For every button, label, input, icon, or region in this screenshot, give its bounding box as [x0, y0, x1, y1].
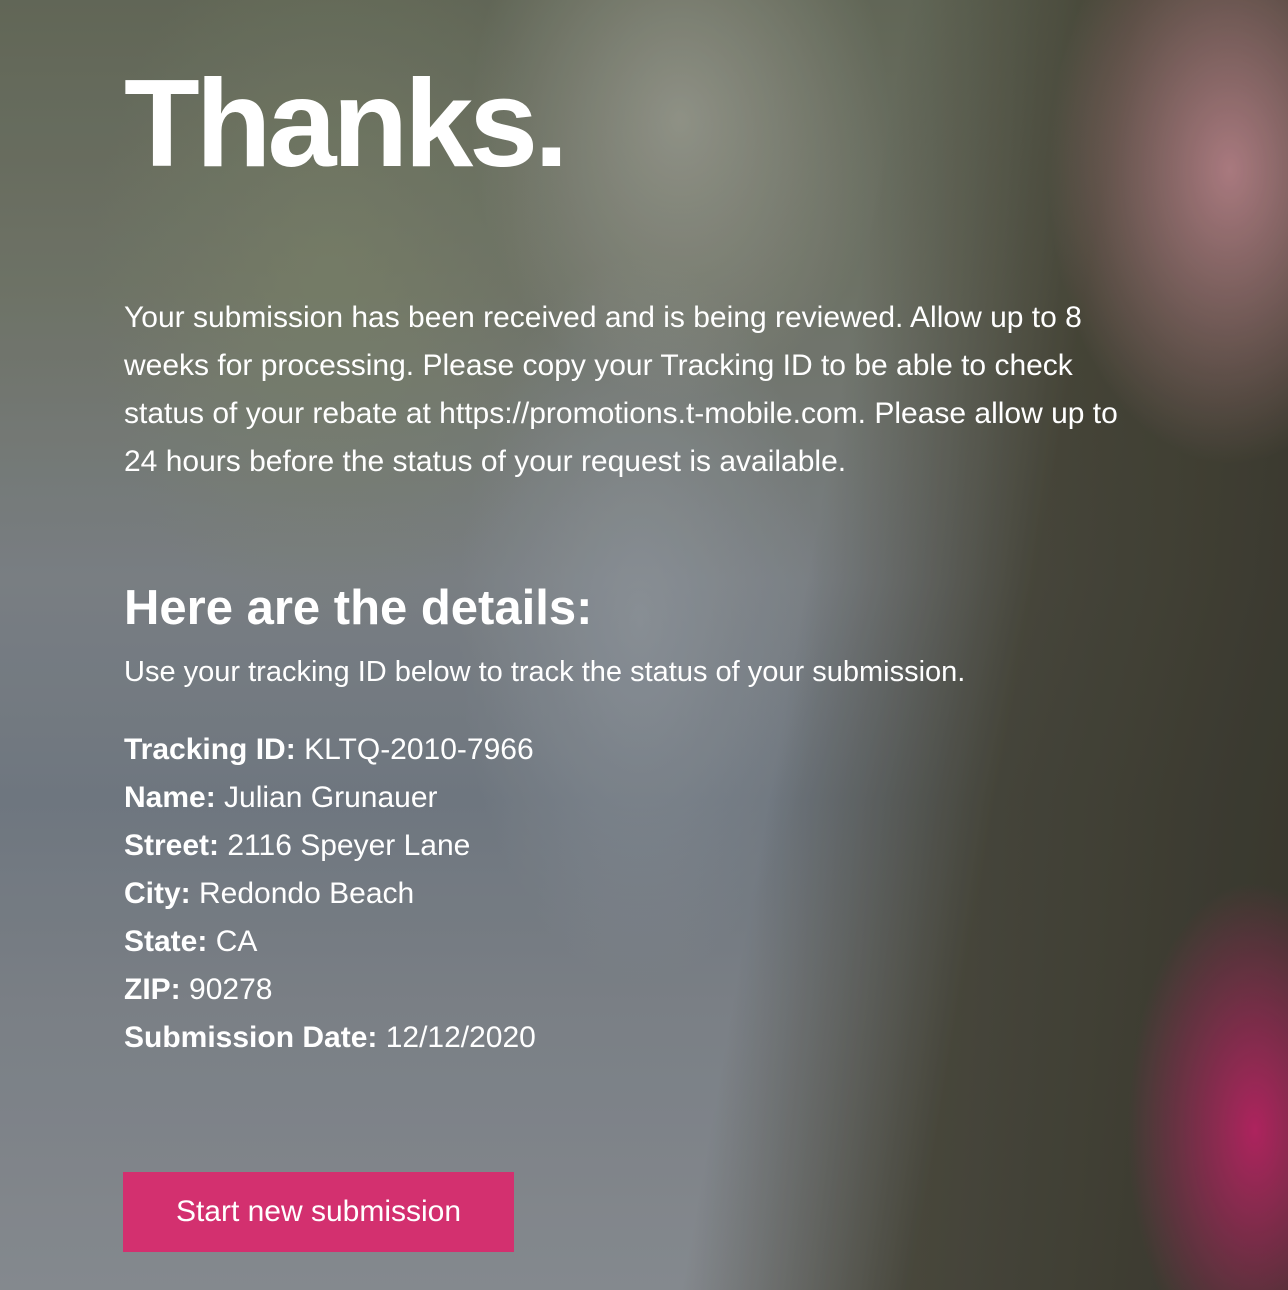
detail-label: Name:	[124, 781, 216, 814]
detail-city: City: Redondo Beach	[124, 870, 1134, 918]
detail-submission-date: Submission Date: 12/12/2020	[124, 1014, 1134, 1062]
detail-label: Submission Date:	[124, 1021, 378, 1054]
page-title: Thanks.	[124, 55, 569, 193]
detail-zip: ZIP: 90278	[124, 966, 1134, 1014]
start-new-submission-button[interactable]: Start new submission	[123, 1172, 514, 1252]
detail-value: 2116 Speyer Lane	[227, 829, 471, 862]
detail-value: 90278	[189, 973, 273, 1006]
confirmation-message: Your submission has been received and is…	[124, 301, 1118, 478]
detail-label: Street:	[124, 829, 220, 862]
detail-street: Street: 2116 Speyer Lane	[124, 822, 1134, 870]
detail-value: CA	[215, 925, 258, 958]
details-list: Tracking ID: KLTQ-2010-7966 Name: Julian…	[124, 726, 1134, 1062]
detail-state: State: CA	[124, 918, 1134, 966]
detail-label: State:	[124, 925, 208, 958]
details-heading: Here are the details:	[124, 581, 593, 635]
detail-value: Redondo Beach	[199, 877, 415, 910]
confirmation-content: Thanks. Your submission has been receive…	[124, 62, 1134, 1062]
detail-label: Tracking ID:	[124, 733, 296, 766]
detail-label: ZIP:	[124, 973, 181, 1006]
detail-tracking-id: Tracking ID: KLTQ-2010-7966	[124, 726, 1134, 774]
detail-value: 12/12/2020	[385, 1021, 536, 1054]
details-subtext: Use your tracking ID below to track the …	[124, 656, 966, 688]
detail-value: Julian Grunauer	[224, 781, 438, 814]
detail-value: KLTQ-2010-7966	[304, 733, 534, 766]
detail-name: Name: Julian Grunauer	[124, 774, 1134, 822]
detail-label: City:	[124, 877, 191, 910]
